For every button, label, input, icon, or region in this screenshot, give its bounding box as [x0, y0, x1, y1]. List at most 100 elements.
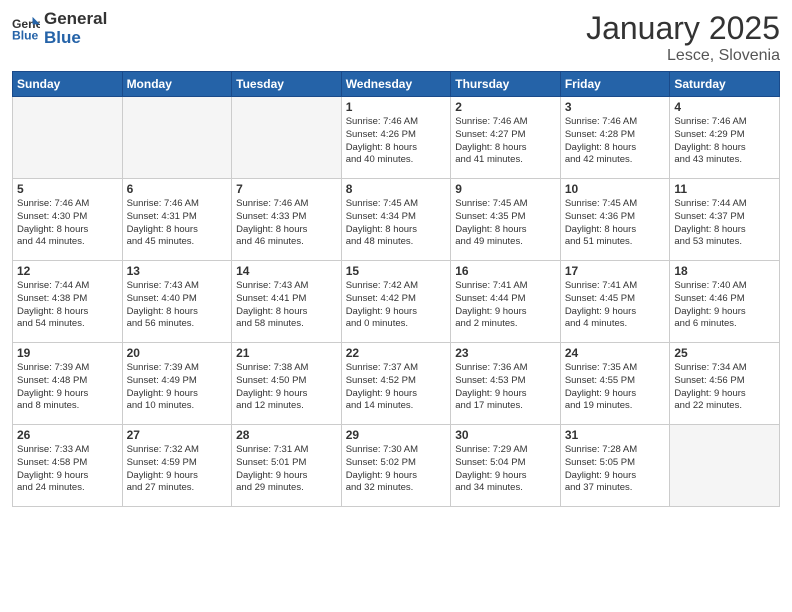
- calendar-cell: 9 Sunrise: 7:45 AM Sunset: 4:35 PM Daylig…: [451, 179, 561, 261]
- cell-details: Sunrise: 7:43 AM Sunset: 4:41 PM Dayligh…: [236, 280, 337, 331]
- day-number: 31: [565, 428, 666, 442]
- location-title: Lesce, Slovenia: [586, 47, 780, 65]
- logo-blue-text: Blue: [44, 29, 107, 48]
- day-number: 20: [127, 346, 228, 360]
- day-number: 17: [565, 264, 666, 278]
- day-number: 25: [674, 346, 775, 360]
- calendar-cell: 10 Sunrise: 7:45 AM Sunset: 4:36 PM Dayli…: [560, 179, 670, 261]
- calendar-cell: 3 Sunrise: 7:46 AM Sunset: 4:28 PM Daylig…: [560, 97, 670, 179]
- calendar-cell: 29 Sunrise: 7:30 AM Sunset: 5:02 PM Dayli…: [341, 425, 451, 507]
- cell-details: Sunrise: 7:46 AM Sunset: 4:30 PM Dayligh…: [17, 198, 118, 249]
- calendar-cell: 28Sunrise: 7:31 AM Sunset: 5:01 PM Dayli…: [232, 425, 342, 507]
- day-number: 19: [17, 346, 118, 360]
- calendar-cell: 13Sunrise: 7:43 AM Sunset: 4:40 PM Dayli…: [122, 261, 232, 343]
- cell-details: Sunrise: 7:46 AM Sunset: 4:33 PM Dayligh…: [236, 198, 337, 249]
- cell-details: Sunrise: 7:39 AM Sunset: 4:48 PM Dayligh…: [17, 362, 118, 413]
- cell-details: Sunrise: 7:35 AM Sunset: 4:55 PM Dayligh…: [565, 362, 666, 413]
- day-number: 22: [346, 346, 447, 360]
- svg-text:Blue: Blue: [12, 28, 39, 42]
- day-number: 9: [455, 182, 556, 196]
- cell-details: Sunrise: 7:42 AM Sunset: 4:42 PM Dayligh…: [346, 280, 447, 331]
- calendar-cell: 8Sunrise: 7:45 AM Sunset: 4:34 PM Daylig…: [341, 179, 451, 261]
- cell-details: Sunrise: 7:46 AM Sunset: 4:29 PM Dayligh…: [674, 116, 775, 167]
- calendar-cell: 6 Sunrise: 7:46 AM Sunset: 4:31 PM Daylig…: [122, 179, 232, 261]
- day-number: 29: [346, 428, 447, 442]
- day-number: 30: [455, 428, 556, 442]
- cell-details: Sunrise: 7:34 AM Sunset: 4:56 PM Dayligh…: [674, 362, 775, 413]
- calendar-cell: 14 Sunrise: 7:43 AM Sunset: 4:41 PM Dayli…: [232, 261, 342, 343]
- calendar-cell: 21 Sunrise: 7:38 AM Sunset: 4:50 PM Dayli…: [232, 343, 342, 425]
- cell-details: Sunrise: 7:33 AM Sunset: 4:58 PM Dayligh…: [17, 444, 118, 495]
- weekday-header: Wednesday: [341, 72, 451, 97]
- logo-general-text: General: [44, 10, 107, 29]
- day-number: 11: [674, 182, 775, 196]
- day-number: 2: [455, 100, 556, 114]
- day-number: 18: [674, 264, 775, 278]
- calendar-cell: [670, 425, 780, 507]
- cell-details: Sunrise: 7:44 AM Sunset: 4:37 PM Dayligh…: [674, 198, 775, 249]
- cell-details: Sunrise: 7:46 AM Sunset: 4:28 PM Dayligh…: [565, 116, 666, 167]
- day-number: 16: [455, 264, 556, 278]
- calendar-cell: 15 Sunrise: 7:42 AM Sunset: 4:42 PM Dayli…: [341, 261, 451, 343]
- day-number: 14: [236, 264, 337, 278]
- cell-details: Sunrise: 7:46 AM Sunset: 4:27 PM Dayligh…: [455, 116, 556, 167]
- calendar-week-row: 19 Sunrise: 7:39 AM Sunset: 4:48 PM Dayli…: [13, 343, 780, 425]
- day-number: 27: [127, 428, 228, 442]
- calendar-cell: [13, 97, 123, 179]
- day-number: 10: [565, 182, 666, 196]
- calendar-cell: 26 Sunrise: 7:33 AM Sunset: 4:58 PM Dayli…: [13, 425, 123, 507]
- calendar-cell: 2 Sunrise: 7:46 AM Sunset: 4:27 PM Daylig…: [451, 97, 561, 179]
- cell-details: Sunrise: 7:41 AM Sunset: 4:45 PM Dayligh…: [565, 280, 666, 331]
- cell-details: Sunrise: 7:45 AM Sunset: 4:36 PM Dayligh…: [565, 198, 666, 249]
- day-number: 6: [127, 182, 228, 196]
- day-number: 8: [346, 182, 447, 196]
- calendar-week-row: 26 Sunrise: 7:33 AM Sunset: 4:58 PM Dayli…: [13, 425, 780, 507]
- calendar-table: SundayMondayTuesdayWednesdayThursdayFrid…: [12, 71, 780, 507]
- cell-details: Sunrise: 7:46 AM Sunset: 4:31 PM Dayligh…: [127, 198, 228, 249]
- calendar-cell: [232, 97, 342, 179]
- cell-details: Sunrise: 7:39 AM Sunset: 4:49 PM Dayligh…: [127, 362, 228, 413]
- cell-details: Sunrise: 7:32 AM Sunset: 4:59 PM Dayligh…: [127, 444, 228, 495]
- cell-details: Sunrise: 7:30 AM Sunset: 5:02 PM Dayligh…: [346, 444, 447, 495]
- title-block: January 2025 Lesce, Slovenia: [586, 10, 780, 65]
- cell-details: Sunrise: 7:44 AM Sunset: 4:38 PM Dayligh…: [17, 280, 118, 331]
- weekday-header: Sunday: [13, 72, 123, 97]
- cell-details: Sunrise: 7:38 AM Sunset: 4:50 PM Dayligh…: [236, 362, 337, 413]
- calendar-cell: 22Sunrise: 7:37 AM Sunset: 4:52 PM Dayli…: [341, 343, 451, 425]
- cell-details: Sunrise: 7:29 AM Sunset: 5:04 PM Dayligh…: [455, 444, 556, 495]
- day-number: 12: [17, 264, 118, 278]
- calendar-cell: 5 Sunrise: 7:46 AM Sunset: 4:30 PM Daylig…: [13, 179, 123, 261]
- cell-details: Sunrise: 7:28 AM Sunset: 5:05 PM Dayligh…: [565, 444, 666, 495]
- calendar-cell: 24 Sunrise: 7:35 AM Sunset: 4:55 PM Dayli…: [560, 343, 670, 425]
- calendar-cell: 20 Sunrise: 7:39 AM Sunset: 4:49 PM Dayli…: [122, 343, 232, 425]
- cell-details: Sunrise: 7:41 AM Sunset: 4:44 PM Dayligh…: [455, 280, 556, 331]
- month-title: January 2025: [586, 10, 780, 47]
- calendar-week-row: 1Sunrise: 7:46 AM Sunset: 4:26 PM Daylig…: [13, 97, 780, 179]
- calendar-week-row: 12 Sunrise: 7:44 AM Sunset: 4:38 PM Dayli…: [13, 261, 780, 343]
- day-number: 21: [236, 346, 337, 360]
- calendar-cell: 1Sunrise: 7:46 AM Sunset: 4:26 PM Daylig…: [341, 97, 451, 179]
- day-number: 28: [236, 428, 337, 442]
- cell-details: Sunrise: 7:36 AM Sunset: 4:53 PM Dayligh…: [455, 362, 556, 413]
- day-number: 15: [346, 264, 447, 278]
- calendar-cell: [122, 97, 232, 179]
- day-number: 4: [674, 100, 775, 114]
- weekday-header: Tuesday: [232, 72, 342, 97]
- calendar-cell: 16 Sunrise: 7:41 AM Sunset: 4:44 PM Dayli…: [451, 261, 561, 343]
- calendar-cell: 7 Sunrise: 7:46 AM Sunset: 4:33 PM Daylig…: [232, 179, 342, 261]
- main-container: General Blue General Blue January 2025 L…: [0, 0, 792, 517]
- cell-details: Sunrise: 7:45 AM Sunset: 4:35 PM Dayligh…: [455, 198, 556, 249]
- cell-details: Sunrise: 7:46 AM Sunset: 4:26 PM Dayligh…: [346, 116, 447, 167]
- calendar-cell: 17 Sunrise: 7:41 AM Sunset: 4:45 PM Dayli…: [560, 261, 670, 343]
- calendar-cell: 30 Sunrise: 7:29 AM Sunset: 5:04 PM Dayli…: [451, 425, 561, 507]
- calendar-cell: 11 Sunrise: 7:44 AM Sunset: 4:37 PM Dayli…: [670, 179, 780, 261]
- weekday-header: Monday: [122, 72, 232, 97]
- calendar-week-row: 5 Sunrise: 7:46 AM Sunset: 4:30 PM Daylig…: [13, 179, 780, 261]
- day-number: 24: [565, 346, 666, 360]
- logo-icon: General Blue: [12, 15, 40, 43]
- day-number: 5: [17, 182, 118, 196]
- day-number: 13: [127, 264, 228, 278]
- day-number: 3: [565, 100, 666, 114]
- day-number: 7: [236, 182, 337, 196]
- day-number: 26: [17, 428, 118, 442]
